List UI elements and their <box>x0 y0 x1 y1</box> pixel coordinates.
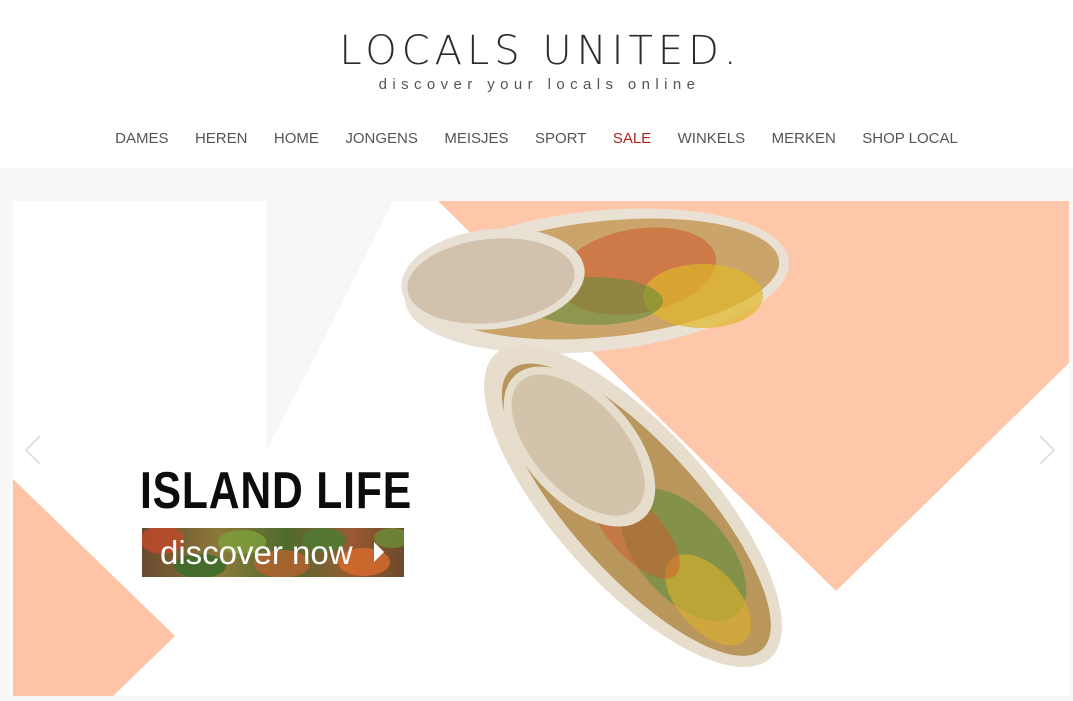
main-nav: DAMES HEREN HOME JONGENS MEISJES SPORT S… <box>0 128 1073 150</box>
site-header: LOCALS UNITED. discover your locals onli… <box>0 0 1073 168</box>
nav-item-shop-local[interactable]: SHOP LOCAL <box>862 128 958 150</box>
logo-title: LOCALS UNITED. <box>339 28 742 74</box>
nav-item-meisjes[interactable]: MEISJES <box>444 128 508 150</box>
nav-item-merken[interactable]: MERKEN <box>772 128 836 150</box>
carousel-next-button[interactable] <box>1030 430 1064 470</box>
chevron-right-icon <box>1036 432 1058 468</box>
banner-title: ISLAND LIFE <box>140 462 412 520</box>
hero-slide[interactable]: ISLAND LIFE discover now <box>13 201 1069 696</box>
nav-item-jongens[interactable]: JONGENS <box>345 128 418 150</box>
site-logo[interactable]: LOCALS UNITED. discover your locals onli… <box>0 28 1073 93</box>
logo-tagline: discover your locals online <box>378 76 701 93</box>
slide-background <box>13 201 1069 696</box>
nav-item-home[interactable]: HOME <box>274 128 319 150</box>
hero-carousel: ISLAND LIFE discover now <box>0 168 1073 701</box>
nav-item-dames[interactable]: DAMES <box>115 128 168 150</box>
chevron-left-icon <box>22 432 44 468</box>
nav-item-sport[interactable]: SPORT <box>535 128 586 150</box>
discover-now-label: discover now <box>160 534 353 571</box>
nav-item-sale[interactable]: SALE <box>613 128 651 150</box>
carousel-prev-button[interactable] <box>16 430 50 470</box>
discover-now-button[interactable]: discover now <box>142 528 404 577</box>
caret-right-icon <box>374 542 384 562</box>
nav-item-winkels[interactable]: WINKELS <box>678 128 746 150</box>
nav-item-heren[interactable]: HEREN <box>195 128 248 150</box>
